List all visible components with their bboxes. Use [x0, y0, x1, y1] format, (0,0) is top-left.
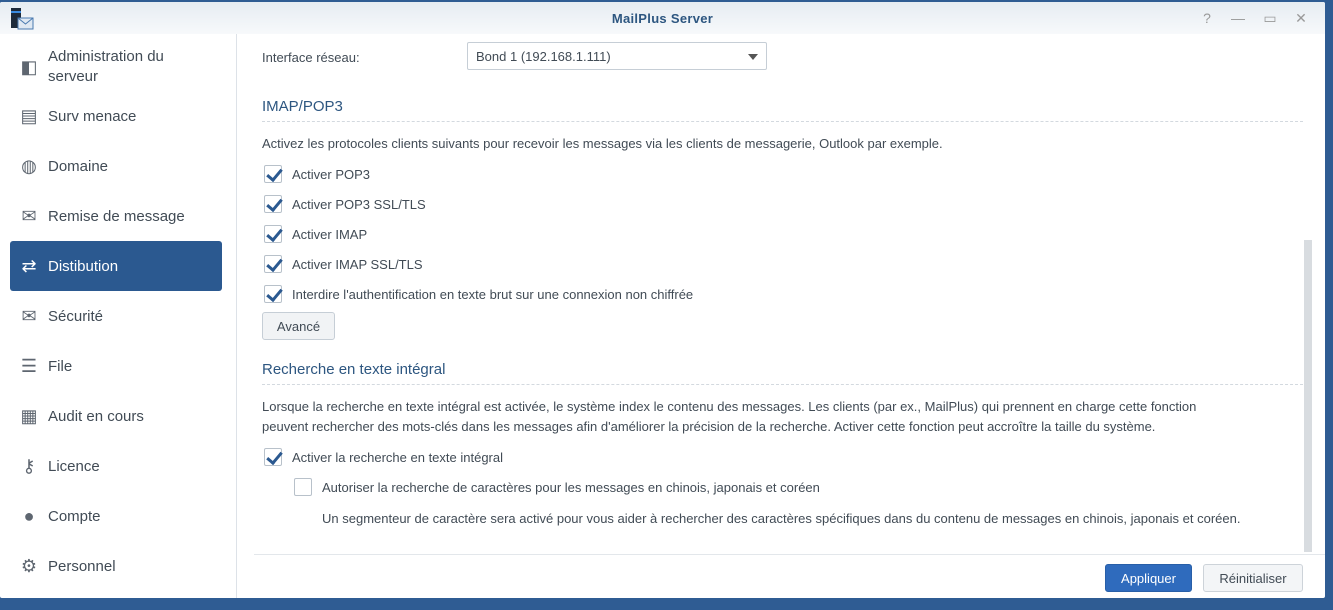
sidebar-item-label: Personnel	[48, 557, 116, 575]
reset-button[interactable]: Réinitialiser	[1203, 564, 1303, 592]
fulltext-section-title: Recherche en texte intégral	[262, 361, 1303, 385]
audit-icon: ▦	[20, 405, 38, 426]
sidebar-item-label: Domaine	[48, 157, 109, 175]
interface-select-value: Bond 1 (192.168.1.111)	[476, 49, 611, 64]
cjk-note: Un segmenteur de caractère sera activé p…	[322, 511, 1241, 526]
sidebar-item-label: Licence	[48, 457, 100, 475]
window-title: MailPlus Server	[611, 11, 714, 26]
interface-label: Interface réseau:	[262, 50, 360, 65]
user-icon: ●	[23, 505, 35, 526]
sidebar-item-queue[interactable]: ☰ File	[10, 341, 222, 391]
checkbox-label: Activer IMAP	[292, 226, 368, 242]
checkbox-label: Interdire l'authentification en texte br…	[292, 286, 694, 302]
gear-icon: ⚙	[20, 555, 38, 576]
checkbox-pop3-ssl[interactable]: Activer POP3 SSL/TLS	[264, 195, 426, 213]
maximize-button[interactable]: ▭	[1262, 10, 1278, 26]
imap-section-title: IMAP/POP3	[262, 98, 1303, 122]
sidebar-item-label: File	[48, 357, 73, 375]
sidebar-item-label: Administration du serveur	[48, 48, 164, 85]
checkbox[interactable]	[264, 195, 282, 213]
globe-icon: ◍	[21, 155, 37, 176]
checkbox[interactable]	[264, 255, 282, 273]
fulltext-description-line2: peuvent rechercher des mots-clés dans le…	[262, 419, 1156, 434]
sidebar-item-license[interactable]: ⚷ Licence	[10, 441, 222, 491]
mailplus-window: MailPlus Server ? — ▭ ✕ ◧ Administration …	[0, 2, 1325, 598]
sidebar: ◧ Administration du serveur ▤ Surv menace …	[0, 34, 237, 598]
fulltext-description-line1: Lorsque la recherche en texte intégral e…	[262, 399, 1197, 414]
checkbox[interactable]	[294, 478, 312, 496]
id-card-icon: ▤	[20, 105, 38, 126]
sidebar-item-distribution[interactable]: ⇄ Distibution	[10, 241, 222, 291]
sidebar-item-label: Sécurité	[48, 307, 104, 325]
checkbox-label: Activer IMAP SSL/TLS	[292, 256, 423, 272]
sidebar-item-audit[interactable]: ▦ Audit en cours	[10, 391, 222, 441]
footer: Appliquer Réinitialiser	[254, 554, 1325, 598]
checkbox-pop3[interactable]: Activer POP3	[264, 165, 370, 183]
scrollbar[interactable]	[1304, 240, 1312, 552]
sidebar-item-label: Audit en cours	[48, 407, 144, 425]
mail-upload-icon: ✉	[21, 205, 37, 226]
checkbox-deny-plaintext-auth[interactable]: Interdire l'authentification en texte br…	[264, 285, 693, 303]
checkbox[interactable]	[264, 165, 282, 183]
checkbox-imap-ssl[interactable]: Activer IMAP SSL/TLS	[264, 255, 423, 273]
checkbox[interactable]	[264, 285, 282, 303]
checkbox[interactable]	[264, 448, 282, 466]
sidebar-item-personal[interactable]: ⚙ Personnel	[10, 541, 222, 591]
interface-select[interactable]: Bond 1 (192.168.1.111)	[467, 42, 767, 70]
checkbox-label: Activer POP3 SSL/TLS	[292, 196, 426, 212]
checkbox-label: Activer la recherche en texte intégral	[292, 449, 503, 465]
sidebar-item-threat-monitor[interactable]: ▤ Surv menace	[10, 91, 222, 141]
sidebar-item-account[interactable]: ● Compte	[10, 491, 222, 541]
imap-description: Activez les protocoles clients suivants …	[262, 136, 943, 151]
sidebar-item-label: Distibution	[48, 257, 119, 275]
close-button[interactable]: ✕	[1293, 10, 1309, 26]
sidebar-item-security[interactable]: ✉ Sécurité	[10, 291, 222, 341]
list-icon: ☰	[20, 355, 38, 376]
sidebar-item-label: Remise de message	[48, 207, 185, 225]
server-admin-icon: ◧	[20, 56, 38, 77]
apply-button[interactable]: Appliquer	[1105, 564, 1192, 592]
checkbox-label: Activer POP3	[292, 166, 371, 182]
checkbox-label: Autoriser la recherche de caractères pou…	[322, 479, 820, 495]
mail-security-icon: ✉	[21, 305, 37, 326]
key-icon: ⚷	[22, 455, 36, 476]
sidebar-item-label: Surv menace	[48, 107, 137, 125]
checkbox-imap[interactable]: Activer IMAP	[264, 225, 367, 243]
sidebar-item-label: Compte	[48, 507, 101, 525]
chevron-down-icon	[748, 54, 758, 65]
arrows-exchange-icon: ⇄	[21, 255, 37, 276]
sidebar-item-delivery[interactable]: ✉ Remise de message	[10, 191, 222, 241]
sidebar-item-server-admin[interactable]: ◧ Administration du serveur	[10, 38, 222, 96]
help-button[interactable]: ?	[1199, 10, 1215, 26]
checkbox-cjk-search[interactable]: Autoriser la recherche de caractères pou…	[294, 478, 820, 496]
title-bar: MailPlus Server ? — ▭ ✕	[0, 2, 1325, 34]
checkbox-enable-fulltext[interactable]: Activer la recherche en texte intégral	[264, 448, 503, 466]
minimize-button[interactable]: —	[1230, 10, 1246, 26]
settings-panel: Interface réseau: Bond 1 (192.168.1.111)…	[238, 34, 1325, 554]
checkbox[interactable]	[264, 225, 282, 243]
advanced-button[interactable]: Avancé	[262, 312, 335, 340]
sidebar-item-domain[interactable]: ◍ Domaine	[10, 141, 222, 191]
